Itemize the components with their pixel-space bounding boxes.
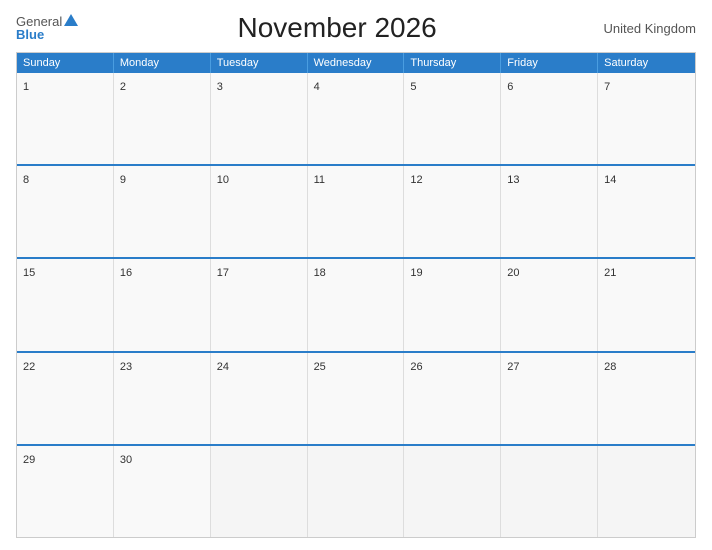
day-number: 18 xyxy=(314,267,326,279)
day-cell xyxy=(598,446,695,537)
day-cell: 19 xyxy=(404,259,501,350)
day-number: 2 xyxy=(120,81,126,93)
day-cell: 6 xyxy=(501,73,598,164)
week-row-2: 8 9 10 11 12 13 14 xyxy=(17,164,695,257)
day-header-monday: Monday xyxy=(114,53,211,73)
day-number: 28 xyxy=(604,361,616,373)
day-cell: 4 xyxy=(308,73,405,164)
day-cell xyxy=(501,446,598,537)
day-number: 13 xyxy=(507,174,519,186)
day-cell: 20 xyxy=(501,259,598,350)
calendar-title: November 2026 xyxy=(78,12,596,44)
day-cell: 3 xyxy=(211,73,308,164)
day-number: 7 xyxy=(604,81,610,93)
logo-general-text: General xyxy=(16,15,78,29)
country-label: United Kingdom xyxy=(596,21,696,36)
day-number: 14 xyxy=(604,174,616,186)
day-number: 9 xyxy=(120,174,126,186)
day-header-tuesday: Tuesday xyxy=(211,53,308,73)
day-cell: 8 xyxy=(17,166,114,257)
day-number: 23 xyxy=(120,361,132,373)
day-cell: 22 xyxy=(17,353,114,444)
day-number: 10 xyxy=(217,174,229,186)
day-cell: 27 xyxy=(501,353,598,444)
logo-blue-text: Blue xyxy=(16,28,78,41)
week-row-5: 29 30 xyxy=(17,444,695,537)
day-cell: 25 xyxy=(308,353,405,444)
day-cell: 15 xyxy=(17,259,114,350)
day-number: 1 xyxy=(23,81,29,93)
day-number: 6 xyxy=(507,81,513,93)
day-cell: 18 xyxy=(308,259,405,350)
day-cell: 23 xyxy=(114,353,211,444)
day-number: 19 xyxy=(410,267,422,279)
page: General Blue November 2026 United Kingdo… xyxy=(0,0,712,550)
day-cell: 17 xyxy=(211,259,308,350)
day-cell: 7 xyxy=(598,73,695,164)
day-number: 21 xyxy=(604,267,616,279)
day-cell: 5 xyxy=(404,73,501,164)
week-row-1: 1 2 3 4 5 6 7 xyxy=(17,73,695,164)
day-cell: 11 xyxy=(308,166,405,257)
day-cell: 28 xyxy=(598,353,695,444)
day-cell: 21 xyxy=(598,259,695,350)
day-number: 8 xyxy=(23,174,29,186)
day-header-friday: Friday xyxy=(501,53,598,73)
week-row-3: 15 16 17 18 19 20 21 xyxy=(17,257,695,350)
day-headers-row: SundayMondayTuesdayWednesdayThursdayFrid… xyxy=(17,53,695,73)
day-number: 22 xyxy=(23,361,35,373)
day-cell: 24 xyxy=(211,353,308,444)
calendar: SundayMondayTuesdayWednesdayThursdayFrid… xyxy=(16,52,696,538)
day-cell: 30 xyxy=(114,446,211,537)
weeks-container: 1234567891011121314151617181920212223242… xyxy=(17,73,695,537)
day-cell: 1 xyxy=(17,73,114,164)
logo-triangle-icon xyxy=(64,14,78,26)
day-cell: 10 xyxy=(211,166,308,257)
day-number: 27 xyxy=(507,361,519,373)
day-cell: 13 xyxy=(501,166,598,257)
day-number: 25 xyxy=(314,361,326,373)
header: General Blue November 2026 United Kingdo… xyxy=(16,12,696,44)
logo: General Blue xyxy=(16,15,78,42)
day-number: 29 xyxy=(23,454,35,466)
day-header-thursday: Thursday xyxy=(404,53,501,73)
day-cell: 29 xyxy=(17,446,114,537)
day-number: 26 xyxy=(410,361,422,373)
day-number: 17 xyxy=(217,267,229,279)
day-cell: 9 xyxy=(114,166,211,257)
day-number: 4 xyxy=(314,81,320,93)
week-row-4: 22 23 24 25 26 27 28 xyxy=(17,351,695,444)
day-number: 15 xyxy=(23,267,35,279)
day-cell: 16 xyxy=(114,259,211,350)
day-number: 30 xyxy=(120,454,132,466)
day-number: 20 xyxy=(507,267,519,279)
day-header-wednesday: Wednesday xyxy=(308,53,405,73)
day-cell: 26 xyxy=(404,353,501,444)
day-number: 12 xyxy=(410,174,422,186)
day-header-saturday: Saturday xyxy=(598,53,695,73)
day-cell xyxy=(404,446,501,537)
day-number: 16 xyxy=(120,267,132,279)
day-cell xyxy=(211,446,308,537)
day-number: 24 xyxy=(217,361,229,373)
day-number: 3 xyxy=(217,81,223,93)
day-number: 11 xyxy=(314,174,325,186)
day-cell: 14 xyxy=(598,166,695,257)
day-cell: 12 xyxy=(404,166,501,257)
day-header-sunday: Sunday xyxy=(17,53,114,73)
day-cell xyxy=(308,446,405,537)
day-cell: 2 xyxy=(114,73,211,164)
day-number: 5 xyxy=(410,81,416,93)
